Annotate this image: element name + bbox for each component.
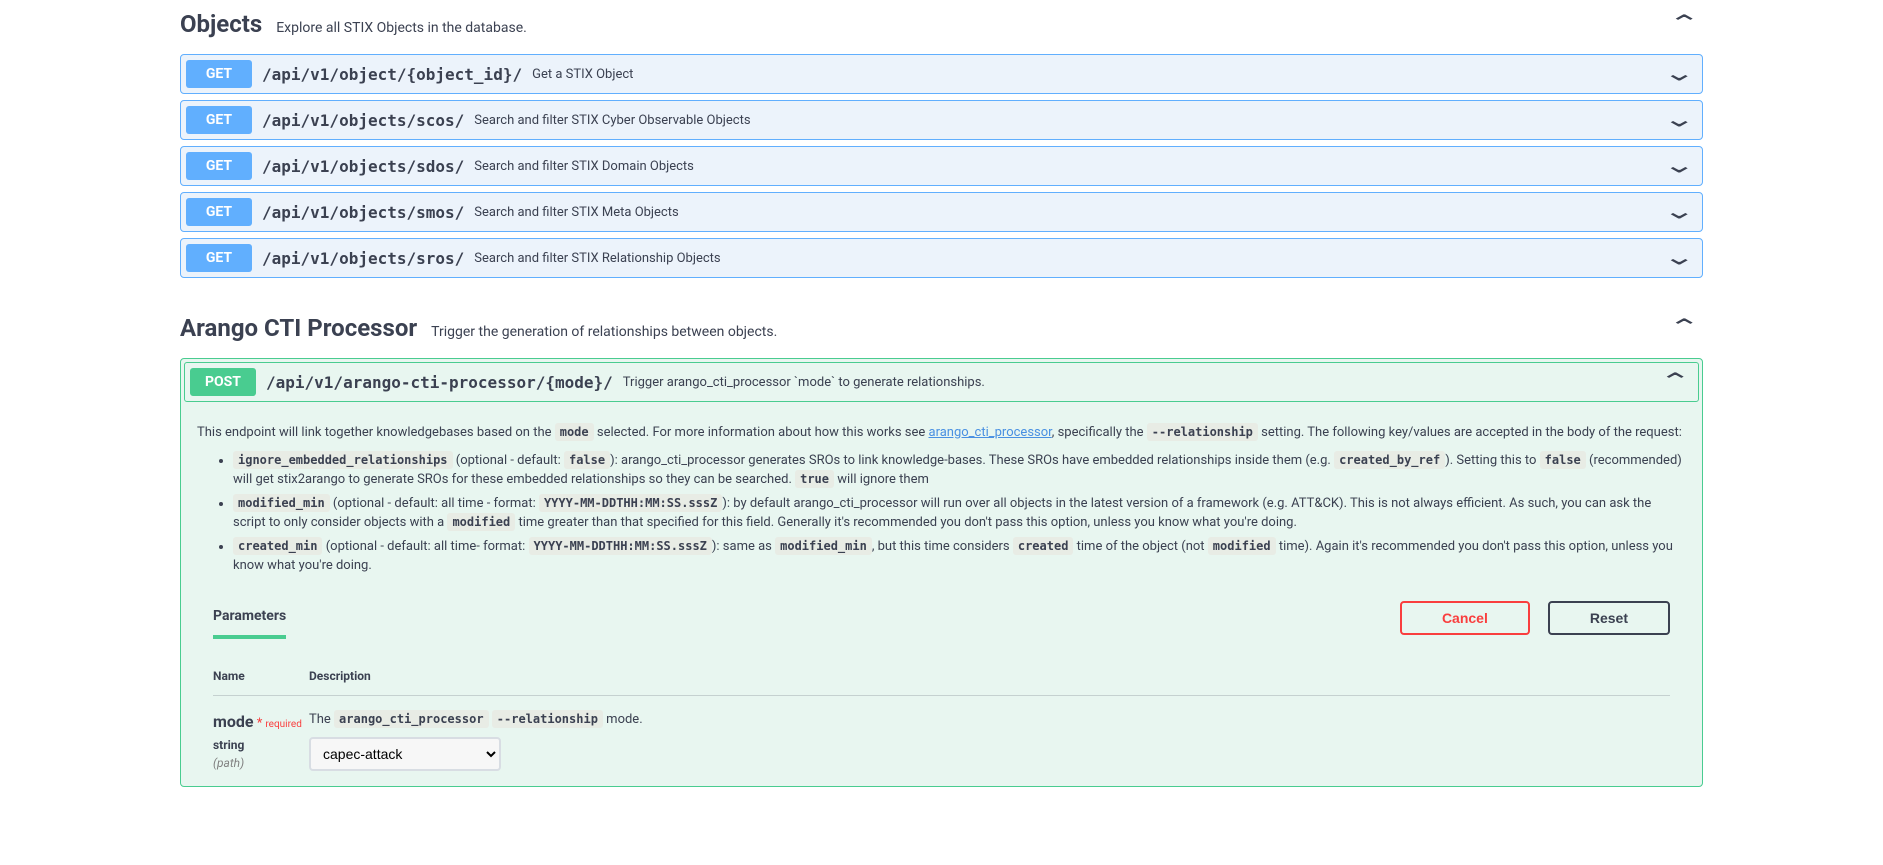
section-desc: Trigger the generation of relationships … bbox=[431, 324, 777, 340]
chevron-down-icon[interactable] bbox=[1670, 108, 1688, 133]
tab-parameters[interactable]: Parameters bbox=[213, 598, 286, 639]
endpoint-desc: Search and filter STIX Cyber Observable … bbox=[474, 113, 750, 128]
body-item-modified-min: modified_min (optional - default: all ti… bbox=[233, 494, 1686, 533]
endpoint-path: /api/v1/objects/smos/ bbox=[262, 203, 464, 222]
column-header-name: Name bbox=[213, 667, 309, 685]
param-row-mode: mode *required string (path) The arango_… bbox=[213, 696, 1670, 786]
endpoint-get-smos[interactable]: GET /api/v1/objects/smos/ Search and fil… bbox=[180, 192, 1703, 232]
cancel-button[interactable]: Cancel bbox=[1400, 601, 1530, 635]
method-badge: GET bbox=[186, 244, 252, 272]
endpoint-path: /api/v1/arango-cti-processor/{mode}/ bbox=[266, 373, 613, 392]
endpoint-get-object[interactable]: GET /api/v1/object/{object_id}/ Get a ST… bbox=[180, 54, 1703, 94]
endpoint-desc: Trigger arango_cti_processor `mode` to g… bbox=[623, 375, 985, 390]
endpoint-get-sros[interactable]: GET /api/v1/objects/sros/ Search and fil… bbox=[180, 238, 1703, 278]
endpoint-body: This endpoint will link together knowled… bbox=[181, 405, 1702, 786]
method-badge: GET bbox=[186, 60, 252, 88]
chevron-down-icon[interactable] bbox=[1670, 246, 1688, 271]
endpoint-get-sdos[interactable]: GET /api/v1/objects/sdos/ Search and fil… bbox=[180, 146, 1703, 186]
section-title: Arango CTI Processor bbox=[180, 314, 417, 342]
endpoint-path: /api/v1/objects/sros/ bbox=[262, 249, 464, 268]
param-in: (path) bbox=[213, 754, 309, 772]
endpoint-path: /api/v1/object/{object_id}/ bbox=[262, 65, 522, 84]
param-required: required bbox=[262, 719, 301, 730]
method-badge: GET bbox=[186, 152, 252, 180]
chevron-down-icon[interactable] bbox=[1670, 62, 1688, 87]
endpoint-summary[interactable]: POST /api/v1/arango-cti-processor/{mode}… bbox=[184, 362, 1699, 402]
param-name: mode bbox=[213, 712, 254, 731]
endpoint-desc: Search and filter STIX Meta Objects bbox=[474, 205, 678, 220]
column-header-description: Description bbox=[309, 667, 371, 685]
section-desc: Explore all STIX Objects in the database… bbox=[276, 20, 527, 36]
endpoint-path: /api/v1/objects/scos/ bbox=[262, 111, 464, 130]
method-badge: POST bbox=[190, 368, 256, 396]
code-mode: mode bbox=[555, 423, 594, 441]
mode-select[interactable]: capec-attack bbox=[309, 737, 501, 771]
endpoint-desc: Search and filter STIX Domain Objects bbox=[474, 159, 694, 174]
endpoint-desc: Search and filter STIX Relationship Obje… bbox=[474, 251, 720, 266]
chevron-up-icon[interactable] bbox=[1675, 316, 1693, 341]
section-header-objects[interactable]: Objects Explore all STIX Objects in the … bbox=[180, 0, 1703, 48]
param-description: The arango_cti_processor --relationship … bbox=[309, 710, 1670, 730]
endpoint-post-acp: POST /api/v1/arango-cti-processor/{mode}… bbox=[180, 358, 1703, 787]
chevron-down-icon[interactable] bbox=[1670, 154, 1688, 179]
link-arango-cti-processor[interactable]: arango_cti_processor bbox=[929, 425, 1052, 440]
section-title: Objects bbox=[180, 10, 262, 38]
chevron-up-icon[interactable] bbox=[1675, 12, 1693, 37]
param-type: string bbox=[213, 736, 309, 754]
body-item-created-min: created_min (optional - default: all tim… bbox=[233, 537, 1686, 576]
method-badge: GET bbox=[186, 106, 252, 134]
reset-button[interactable]: Reset bbox=[1548, 601, 1670, 635]
code-relationship: --relationship bbox=[1147, 423, 1258, 441]
endpoint-intro: This endpoint will link together knowled… bbox=[197, 423, 1686, 443]
endpoint-get-scos[interactable]: GET /api/v1/objects/scos/ Search and fil… bbox=[180, 100, 1703, 140]
chevron-down-icon[interactable] bbox=[1670, 200, 1688, 225]
endpoint-path: /api/v1/objects/sdos/ bbox=[262, 157, 464, 176]
body-item-ignore-embedded: ignore_embedded_relationships (optional … bbox=[233, 451, 1686, 490]
endpoint-desc: Get a STIX Object bbox=[532, 67, 633, 82]
section-header-acp[interactable]: Arango CTI Processor Trigger the generat… bbox=[180, 304, 1703, 352]
method-badge: GET bbox=[186, 198, 252, 226]
chevron-up-icon[interactable] bbox=[1666, 370, 1684, 395]
